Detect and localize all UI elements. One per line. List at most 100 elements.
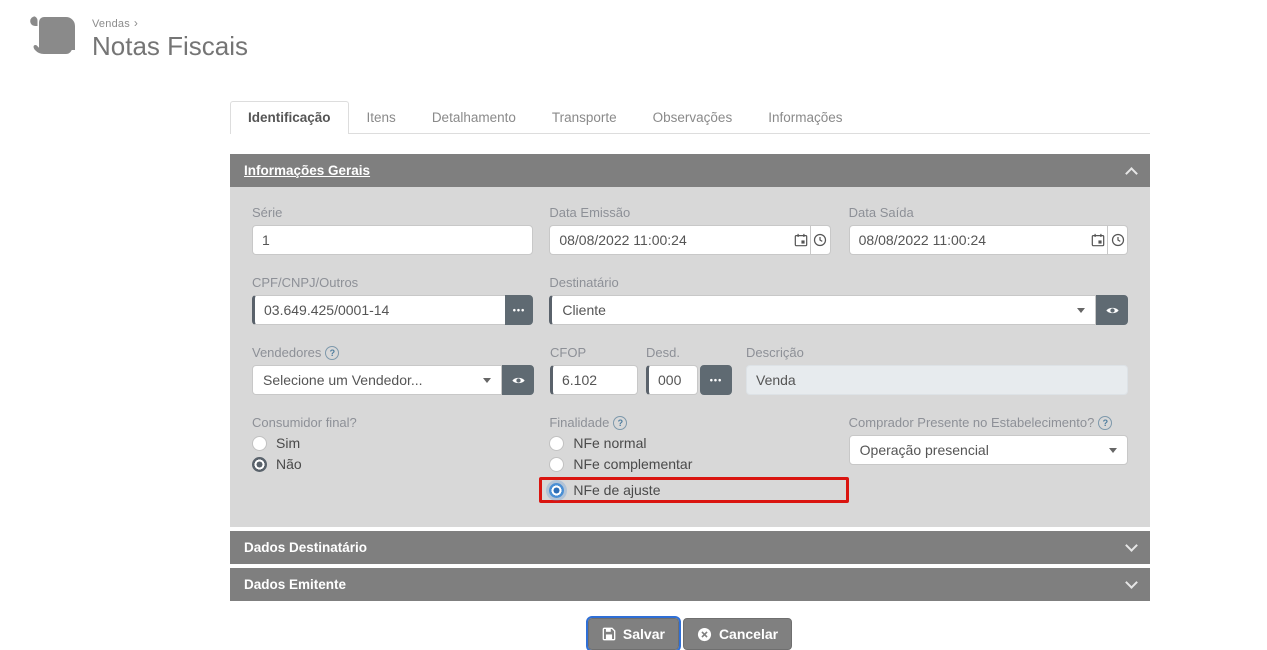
vendedores-value: Selecione um Vendedor...: [263, 372, 423, 388]
comprador-presente-select[interactable]: Operação presencial: [848, 435, 1128, 465]
clock-icon[interactable]: [1108, 225, 1128, 255]
accordion-title: Dados Emitente: [244, 577, 347, 592]
radio-selected-icon: [549, 482, 565, 498]
vendedores-label: Vendedores?: [252, 345, 534, 360]
form-row-3: Vendedores? Selecione um Vendedor... CFO…: [252, 345, 1128, 395]
chevron-down-icon: [1125, 539, 1138, 552]
radio-nao[interactable]: Não: [252, 456, 549, 472]
chevron-up-icon: [1125, 166, 1138, 180]
page-header: Vendas › Notas Fiscais: [28, 12, 248, 62]
clock-icon[interactable]: [811, 225, 831, 255]
eye-icon[interactable]: [1096, 295, 1128, 325]
radio-label: NFe complementar: [573, 456, 693, 472]
serie-input[interactable]: [252, 225, 534, 255]
scroll-icon: [30, 16, 75, 55]
field-consumidor-final: Consumidor final? Sim Não: [252, 415, 549, 503]
data-emissao-label: Data Emissão: [549, 205, 631, 220]
radio-label: NFe de ajuste: [573, 482, 661, 498]
destinatario-select[interactable]: Cliente: [549, 295, 1096, 325]
desd-input[interactable]: [646, 365, 698, 395]
cancel-label: Cancelar: [718, 626, 779, 642]
form-row-4: Consumidor final? Sim Não Finalidade? NF…: [252, 415, 1128, 503]
help-icon[interactable]: ?: [613, 415, 628, 430]
radio-nfe-normal[interactable]: NFe normal: [549, 435, 848, 451]
cancel-icon: [697, 627, 711, 641]
footer-actions: Salvar Cancelar: [230, 616, 1150, 650]
save-button[interactable]: Salvar: [585, 616, 681, 650]
tab-transporte[interactable]: Transporte: [534, 101, 635, 134]
tab-itens[interactable]: Itens: [349, 101, 414, 134]
tab-identificacao[interactable]: Identificação: [230, 101, 349, 134]
chevron-down-icon: [483, 377, 491, 383]
consumidor-final-label: Consumidor final?: [252, 415, 357, 430]
finalidade-label: Finalidade?: [549, 415, 848, 430]
radio-nfe-de-ajuste[interactable]: NFe de ajuste: [549, 482, 661, 498]
breadcrumb[interactable]: Vendas ›: [92, 16, 248, 30]
cpf-cnpj-input[interactable]: [252, 295, 505, 325]
cfop-input[interactable]: [550, 365, 638, 395]
ellipsis-icon[interactable]: •••: [504, 295, 534, 325]
accordion-title: Dados Destinatário: [244, 540, 368, 555]
cpf-cnpj-label: CPF/CNPJ/Outros: [252, 275, 359, 290]
help-icon[interactable]: ?: [325, 345, 340, 360]
field-desd: Desd. •••: [646, 345, 732, 395]
save-label: Salvar: [622, 626, 665, 642]
descricao-input: [746, 365, 1128, 395]
field-data-saida: Data Saída: [848, 205, 1128, 255]
field-vendedores: Vendedores? Selecione um Vendedor...: [252, 345, 534, 395]
calendar-icon[interactable]: [1088, 225, 1109, 255]
radio-nfe-complementar[interactable]: NFe complementar: [549, 456, 848, 472]
accordion-title: Informações Gerais: [244, 163, 371, 178]
field-data-emissao: Data Emissão: [549, 205, 831, 255]
field-destinatario: Destinatário Cliente: [549, 275, 1128, 325]
tab-observacoes[interactable]: Observações: [635, 101, 751, 134]
ellipsis-icon[interactable]: •••: [700, 365, 732, 395]
field-serie: Série: [252, 205, 534, 255]
data-saida-input[interactable]: [848, 225, 1089, 255]
radio-label: Sim: [276, 435, 301, 451]
page-title: Notas Fiscais: [92, 31, 249, 61]
chevron-down-icon: [1077, 307, 1085, 313]
radio-label: NFe normal: [573, 435, 647, 451]
main-content: Identificação Itens Detalhamento Transpo…: [230, 100, 1150, 650]
destinatario-label: Destinatário: [549, 275, 619, 290]
save-icon: [602, 627, 616, 641]
chevron-down-icon: [1125, 576, 1138, 589]
radio-selected-icon: [252, 456, 267, 472]
red-highlight-box: NFe de ajuste: [539, 477, 849, 503]
serie-label: Série: [252, 205, 283, 220]
tab-bar: Identificação Itens Detalhamento Transpo…: [230, 100, 1150, 134]
accordion-informacoes-gerais[interactable]: Informações Gerais: [230, 154, 1150, 187]
form-row-1: Série Data Emissão: [252, 205, 1128, 255]
accordion-dados-emitente[interactable]: Dados Emitente: [230, 568, 1150, 601]
radio-icon: [549, 456, 565, 472]
field-finalidade: Finalidade? NFe normal NFe complementar …: [539, 415, 849, 503]
destinatario-value: Cliente: [562, 302, 606, 318]
field-descricao: Descrição: [746, 345, 1128, 395]
radio-icon: [252, 435, 267, 451]
chevron-down-icon: [1109, 447, 1117, 453]
help-icon[interactable]: ?: [1098, 415, 1113, 430]
eye-icon[interactable]: [502, 365, 534, 395]
data-emissao-input[interactable]: [549, 225, 792, 255]
form-row-2: CPF/CNPJ/Outros ••• Destinatário Cliente: [252, 275, 1128, 325]
radio-label: Não: [276, 456, 302, 472]
accordion-dados-destinatario[interactable]: Dados Destinatário: [230, 531, 1150, 564]
field-cfop: CFOP: [550, 345, 638, 395]
comprador-presente-label: Comprador Presente no Estabelecimento??: [849, 415, 1128, 430]
descricao-label: Descrição: [746, 345, 804, 360]
radio-sim[interactable]: Sim: [252, 435, 549, 451]
field-cpf-cnpj: CPF/CNPJ/Outros •••: [252, 275, 534, 325]
header-text: Vendas › Notas Fiscais: [92, 12, 248, 62]
cancel-button[interactable]: Cancelar: [682, 618, 793, 650]
tab-informacoes[interactable]: Informações: [750, 101, 860, 134]
radio-icon: [549, 435, 565, 451]
calendar-icon[interactable]: [791, 225, 811, 255]
tab-detalhamento[interactable]: Detalhamento: [414, 101, 534, 134]
data-saida-label: Data Saída: [848, 205, 914, 220]
vendedores-select[interactable]: Selecione um Vendedor...: [252, 365, 502, 395]
desd-label: Desd.: [646, 345, 680, 360]
informacoes-gerais-panel: Série Data Emissão: [230, 187, 1150, 527]
field-comprador-presente: Comprador Presente no Estabelecimento?? …: [848, 415, 1128, 503]
cfop-label: CFOP: [550, 345, 587, 360]
